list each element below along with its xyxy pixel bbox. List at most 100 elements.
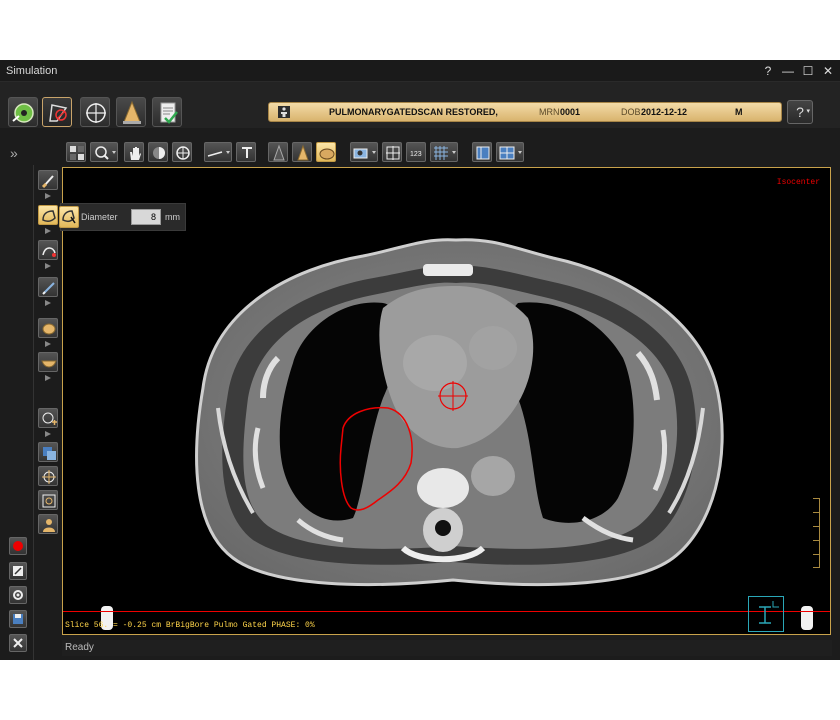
save-icon — [13, 614, 23, 624]
patient-setup-button[interactable] — [8, 97, 38, 127]
pan-tool[interactable] — [124, 142, 144, 162]
crosshair-icon — [86, 103, 106, 123]
edit-document-icon — [13, 566, 23, 576]
patient-banner: PULMONARYGATEDSCAN RESTORED, MRN 0001 DO… — [268, 102, 782, 122]
quad-view-tool[interactable] — [496, 142, 524, 162]
grid-tool[interactable] — [430, 142, 458, 162]
text-icon — [242, 147, 252, 158]
tool-expand-icon[interactable] — [45, 263, 51, 269]
brush-cursor-icon — [62, 210, 76, 224]
tool-expand-icon[interactable] — [45, 193, 51, 199]
copy-icon — [43, 447, 56, 460]
edit-contour-tool[interactable] — [38, 277, 58, 306]
contour-mode-button[interactable] — [42, 97, 72, 127]
contour-mode-icon — [49, 104, 68, 122]
patient-tool[interactable] — [38, 514, 58, 534]
beam-button[interactable] — [116, 97, 146, 127]
close-x-icon — [13, 638, 23, 648]
help-window-icon[interactable]: ? — [762, 60, 774, 82]
tools-button[interactable] — [9, 562, 27, 580]
brush-contour-tool[interactable] — [38, 170, 58, 199]
beam-eye-tool[interactable] — [292, 142, 312, 162]
body-outline-tool[interactable] — [38, 352, 58, 381]
diameter-label: Diameter — [81, 212, 118, 222]
brush-icon — [41, 175, 54, 189]
shape-brush-icon — [42, 210, 56, 223]
diameter-popup: Diameter mm — [59, 203, 186, 231]
beam-small-icon — [273, 144, 285, 161]
window-level-tool[interactable] — [148, 142, 168, 162]
copy-contour-tool[interactable] — [38, 442, 58, 462]
target-icon — [42, 494, 56, 508]
tool-expand-icon[interactable] — [45, 431, 51, 437]
rotate-icon — [176, 146, 190, 160]
rotate-tool[interactable] — [172, 142, 192, 162]
single-layout-icon — [476, 146, 490, 160]
freehand-contour-tool[interactable] — [38, 240, 58, 269]
sidebar-divider — [33, 165, 34, 660]
window-controls: ? — ☐ ✕ — [762, 60, 834, 82]
numbering-tool[interactable]: 123 — [406, 142, 426, 162]
text-annotation-tool[interactable] — [236, 142, 256, 162]
approve-report-button[interactable] — [152, 97, 182, 127]
interpolate-tool[interactable] — [38, 466, 58, 486]
tool-expand-icon[interactable] — [45, 228, 51, 234]
ruler-icon — [207, 151, 230, 157]
tool-expand-icon[interactable] — [45, 300, 51, 306]
settings-button[interactable] — [9, 586, 27, 604]
help-button[interactable]: ? ▾ — [787, 100, 813, 124]
close-icon[interactable]: ✕ — [822, 60, 834, 82]
margin-icon — [42, 412, 57, 425]
report-check-icon — [160, 102, 178, 124]
zoom-tool[interactable] — [90, 142, 118, 162]
tool-expand-icon[interactable] — [45, 341, 51, 347]
layout-tool[interactable] — [66, 142, 86, 162]
camera-tool[interactable] — [350, 142, 378, 162]
beam-view-tool[interactable] — [268, 142, 288, 162]
quad-layout-icon — [499, 146, 522, 160]
measure-tool[interactable] — [204, 142, 232, 162]
interpolate-icon — [42, 470, 56, 484]
record-button[interactable] — [9, 537, 27, 555]
ct-axial-image — [101, 238, 813, 630]
margin-tool[interactable] — [38, 408, 58, 437]
svg-text:123: 123 — [410, 151, 422, 158]
beam-cone-icon — [297, 144, 309, 161]
minimize-icon[interactable]: — — [782, 60, 794, 82]
body-outline-icon — [41, 360, 57, 368]
zoom-icon — [95, 146, 116, 160]
sidebar-expand-button[interactable]: » — [10, 145, 18, 161]
hand-icon — [130, 147, 141, 160]
slice-info: Slice 56. = -0.25 cm BrBigBore Pulmo Gat… — [65, 621, 315, 630]
dob-value: 2012-12-12 — [641, 107, 688, 117]
save-button[interactable] — [9, 610, 27, 628]
organ-segment-tool[interactable] — [38, 318, 58, 347]
record-icon — [13, 541, 23, 551]
grid-icon — [434, 146, 456, 160]
grid-squares-icon — [70, 146, 84, 160]
diameter-unit: mm — [165, 212, 180, 222]
title-bar: Simulation ? — ☐ ✕ — [0, 60, 840, 82]
tool-expand-icon[interactable] — [45, 375, 51, 381]
dob-label: DOB — [621, 107, 641, 117]
freehand-icon — [42, 247, 56, 257]
surface-tool[interactable] — [316, 142, 336, 162]
diameter-input[interactable] — [131, 209, 161, 225]
mrn-value: 0001 — [560, 107, 581, 117]
diameter-brush-icon[interactable] — [59, 206, 79, 228]
diameter-brush-tool[interactable] — [38, 205, 58, 234]
beam-icon — [123, 100, 141, 124]
scale-ruler — [810, 498, 820, 568]
crosshair-grid-icon — [386, 146, 400, 160]
crosshair-tool[interactable] — [382, 142, 402, 162]
isocenter-button[interactable] — [80, 97, 110, 127]
camera-icon — [353, 148, 376, 159]
orientation-marker — [748, 596, 784, 632]
center-tool[interactable] — [38, 490, 58, 510]
close-tool-button[interactable] — [9, 634, 27, 652]
ct-viewport[interactable]: Isocenter Slice 56. = -0.25 cm BrBigBore… — [62, 167, 831, 635]
status-bar: Ready — [62, 640, 832, 656]
maximize-icon[interactable]: ☐ — [802, 60, 814, 82]
pen-edit-icon — [42, 282, 55, 295]
single-view-tool[interactable] — [472, 142, 492, 162]
